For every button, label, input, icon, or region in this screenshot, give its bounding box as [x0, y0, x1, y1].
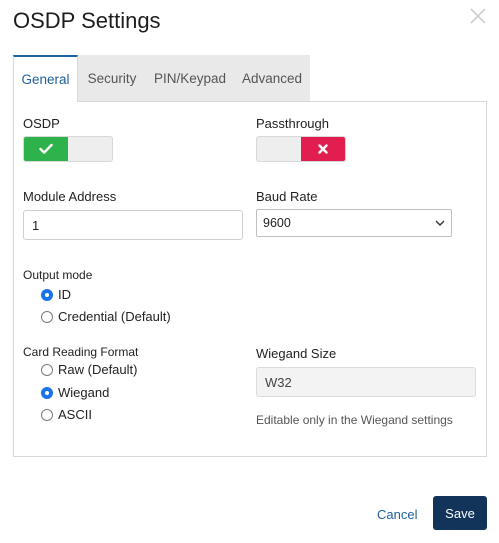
wiegand-size-hint: Editable only in the Wiegand settings: [256, 413, 453, 427]
module-address-input[interactable]: 1: [23, 210, 243, 240]
radio-label: Credential (Default): [58, 309, 171, 324]
tab-general[interactable]: General: [13, 55, 78, 102]
radio-label: ID: [58, 287, 71, 302]
osdp-toggle[interactable]: [23, 136, 113, 162]
save-button[interactable]: Save: [433, 496, 487, 530]
module-address-label: Module Address: [23, 189, 117, 204]
osdp-label: OSDP: [23, 116, 60, 131]
output-mode-id-option[interactable]: ID: [41, 287, 71, 302]
tab-bar: General Security PIN/Keypad Advanced: [13, 55, 310, 102]
close-icon[interactable]: [468, 6, 488, 26]
wiegand-size-label: Wiegand Size: [256, 346, 337, 361]
radio-label: Wiegand: [58, 385, 110, 400]
card-format-raw-option[interactable]: Raw (Default): [41, 362, 137, 377]
chevron-down-icon: [435, 220, 445, 226]
radio-button[interactable]: [41, 310, 53, 323]
card-reading-format-label: Card Reading Format: [23, 345, 139, 359]
tab-advanced[interactable]: Advanced: [234, 55, 310, 102]
passthrough-label: Passthrough: [256, 116, 329, 131]
baud-rate-value: 9600: [263, 216, 291, 230]
toggle-on-segment: [24, 137, 68, 161]
radio-label: Raw (Default): [58, 362, 138, 377]
card-format-ascii-option[interactable]: ASCII: [41, 407, 92, 422]
passthrough-toggle[interactable]: [256, 136, 346, 162]
dialog-title: OSDP Settings: [13, 8, 161, 33]
radio-button[interactable]: [41, 408, 53, 421]
radio-label: ASCII: [58, 407, 92, 422]
output-mode-label: Output mode: [23, 268, 93, 282]
toggle-off-segment: [301, 137, 345, 161]
radio-button[interactable]: [41, 288, 53, 301]
tab-security[interactable]: Security: [78, 55, 146, 102]
cancel-button[interactable]: Cancel: [377, 507, 417, 522]
check-icon: [39, 143, 53, 154]
wiegand-size-field: W32: [256, 367, 476, 397]
baud-rate-select[interactable]: 9600: [256, 209, 452, 237]
tab-pin-keypad[interactable]: PIN/Keypad: [146, 55, 234, 102]
output-mode-credential-option[interactable]: Credential (Default): [41, 309, 171, 324]
cross-icon: [318, 144, 328, 154]
radio-button[interactable]: [41, 363, 53, 376]
baud-rate-label: Baud Rate: [256, 189, 318, 204]
radio-button[interactable]: [41, 386, 53, 399]
card-format-wiegand-option[interactable]: Wiegand: [41, 385, 109, 400]
toggle-empty-segment: [68, 137, 112, 161]
toggle-empty-segment: [257, 137, 301, 161]
